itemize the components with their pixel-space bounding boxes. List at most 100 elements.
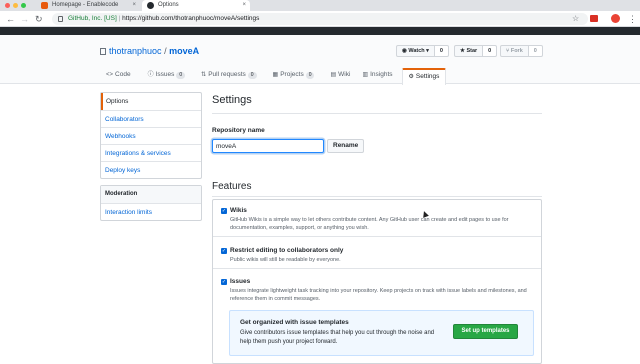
fork-control: ⑂ Fork 0 <box>500 45 543 57</box>
features-box: ✓ Wikis GitHub Wikis is a simple way to … <box>212 199 542 364</box>
graph-icon: ▥ <box>362 72 369 78</box>
page-title: Settings <box>212 94 252 106</box>
close-icon[interactable]: × <box>242 0 246 11</box>
lock-icon <box>58 16 63 22</box>
repo-owner-link[interactable]: thotranphuoc <box>109 46 162 56</box>
book-icon: ▤ <box>330 72 337 78</box>
browser-tab-options[interactable]: Options × <box>142 0 250 11</box>
tab-label: Issues <box>155 71 175 78</box>
issues-checkbox[interactable]: ✓ <box>221 279 227 285</box>
wikis-checkbox[interactable]: ✓ <box>221 208 227 214</box>
tab-label: Insights <box>370 71 393 78</box>
repo-header: thotranphuoc / moveA ◉ Watch ▾ 0 ★ Star … <box>0 35 640 85</box>
sidebar-item-interaction-limits[interactable]: Interaction limits <box>101 203 201 220</box>
repo-name-link[interactable]: moveA <box>169 46 199 56</box>
pull-request-icon: ⇅ <box>201 72 207 78</box>
site-identity: GitHub, Inc. [US] <box>68 15 117 22</box>
browser-menu-icon[interactable]: ⋮ <box>628 13 637 25</box>
tab-pull-requests[interactable]: ⇅ Pull requests 0 <box>195 68 262 84</box>
feature-description: Public wikis will still be readable by e… <box>230 257 341 263</box>
reload-icon[interactable]: ↻ <box>35 13 43 25</box>
features-title: Features <box>212 181 252 192</box>
feature-divider <box>213 236 541 237</box>
star-count[interactable]: 0 <box>483 45 498 57</box>
window-zoom-control[interactable] <box>21 3 26 8</box>
tab-projects[interactable]: ▦ Projects 0 <box>267 68 321 84</box>
repo-icon <box>100 48 106 55</box>
repo-nav: <> Code ⓘ Issues 0 ⇅ Pull requests 0 ▦ Project… <box>100 68 447 85</box>
feature-title: Restrict editing to collaborators only <box>230 247 344 254</box>
tab-title: Homepage - Enablecode <box>52 2 119 8</box>
repo-name-label: Repository name <box>212 127 265 134</box>
settings-menu: Options Collaborators Webhooks Integrati… <box>100 92 202 179</box>
window-close-control[interactable] <box>5 3 10 8</box>
url-text: https://github.com/thotranphuoc/moveA/se… <box>122 15 260 22</box>
tab-insights[interactable]: ▥ Insights <box>356 68 398 84</box>
title-divider <box>212 113 542 114</box>
tab-label: Settings <box>415 73 440 80</box>
enablecode-favicon-icon <box>41 2 48 9</box>
feature-title: Wikis <box>230 207 247 214</box>
sidebar-item-collaborators[interactable]: Collaborators <box>101 110 201 127</box>
sidebar-item-deploy-keys[interactable]: Deploy keys <box>101 161 201 178</box>
features-divider <box>212 196 542 197</box>
back-arrow-icon[interactable]: ← <box>6 13 15 25</box>
watch-control: ◉ Watch ▾ 0 <box>396 45 449 57</box>
feature-title: Issues <box>230 278 251 285</box>
star-control: ★ Star 0 <box>454 45 498 57</box>
window-minimize-control[interactable] <box>13 3 18 8</box>
browser-toolbar: ← → ↻ GitHub, Inc. [US] | https://github… <box>0 11 640 27</box>
browser-tab-homepage[interactable]: Homepage - Enablecode × <box>36 0 140 11</box>
sidebar-item-options[interactable]: Options <box>101 93 201 110</box>
tab-settings[interactable]: ⚙ Settings <box>401 68 447 85</box>
star-label: Star <box>466 48 478 54</box>
fork-label: Fork <box>510 48 523 54</box>
tab-label: Code <box>115 71 131 78</box>
gear-icon: ⚙ <box>408 74 414 80</box>
watch-label: Watch ▾ <box>408 48 429 54</box>
tab-label: Projects <box>280 71 304 78</box>
tab-label: Wiki <box>338 71 351 78</box>
repo-path-separator: / <box>164 46 167 56</box>
tab-issues[interactable]: ⓘ Issues 0 <box>142 68 192 84</box>
issue-templates-promo: Get organized with issue templates Give … <box>229 310 534 356</box>
tab-code[interactable]: <> Code <box>100 68 137 84</box>
github-header <box>0 27 640 35</box>
setup-templates-button[interactable]: Set up templates <box>453 324 518 339</box>
browser-tab-bar: Homepage - Enablecode × Options × <box>0 0 640 11</box>
feature-description: Issues integrate lightweight task tracki… <box>230 288 527 302</box>
code-icon: <> <box>106 72 114 78</box>
restrict-editing-checkbox[interactable]: ✓ <box>221 248 227 254</box>
watch-count[interactable]: 0 <box>434 45 449 57</box>
tab-title: Options <box>158 2 179 8</box>
github-favicon-icon <box>147 2 154 9</box>
tab-wiki[interactable]: ▤ Wiki <box>324 68 356 84</box>
star-button[interactable]: ★ Star <box>454 45 484 57</box>
issues-counter: 0 <box>176 72 186 79</box>
feature-divider <box>213 268 541 269</box>
projects-counter: 0 <box>305 72 315 79</box>
repo-name-input[interactable] <box>212 139 324 153</box>
extension-icon[interactable] <box>590 15 598 22</box>
profile-avatar-icon[interactable] <box>611 14 620 23</box>
fork-count[interactable]: 0 <box>528 45 543 57</box>
tab-label: Pull requests <box>208 71 246 78</box>
fork-button[interactable]: ⑂ Fork <box>500 45 529 57</box>
close-icon[interactable]: × <box>132 0 136 11</box>
pull-requests-counter: 0 <box>247 72 257 79</box>
address-bar[interactable]: GitHub, Inc. [US] | https://github.com/t… <box>52 13 588 25</box>
rename-button[interactable]: Rename <box>327 139 365 153</box>
sidebar-item-webhooks[interactable]: Webhooks <box>101 127 201 144</box>
moderation-menu: Moderation Interaction limits <box>100 185 202 221</box>
forward-arrow-icon[interactable]: → <box>20 13 29 25</box>
moderation-heading: Moderation <box>101 186 201 203</box>
watch-button[interactable]: ◉ Watch ▾ <box>396 45 435 57</box>
feature-description: GitHub Wikis is a simple way to let othe… <box>230 217 509 231</box>
repo-title: thotranphuoc / moveA <box>100 46 199 56</box>
project-icon: ▦ <box>272 72 279 78</box>
promo-description: Give contributors issue templates that h… <box>240 330 435 345</box>
promo-title: Get organized with issue templates <box>240 319 349 326</box>
sidebar-item-integrations[interactable]: Integrations & services <box>101 144 201 161</box>
issue-icon: ⓘ <box>147 72 154 78</box>
bookmark-star-icon[interactable]: ☆ <box>572 13 579 25</box>
